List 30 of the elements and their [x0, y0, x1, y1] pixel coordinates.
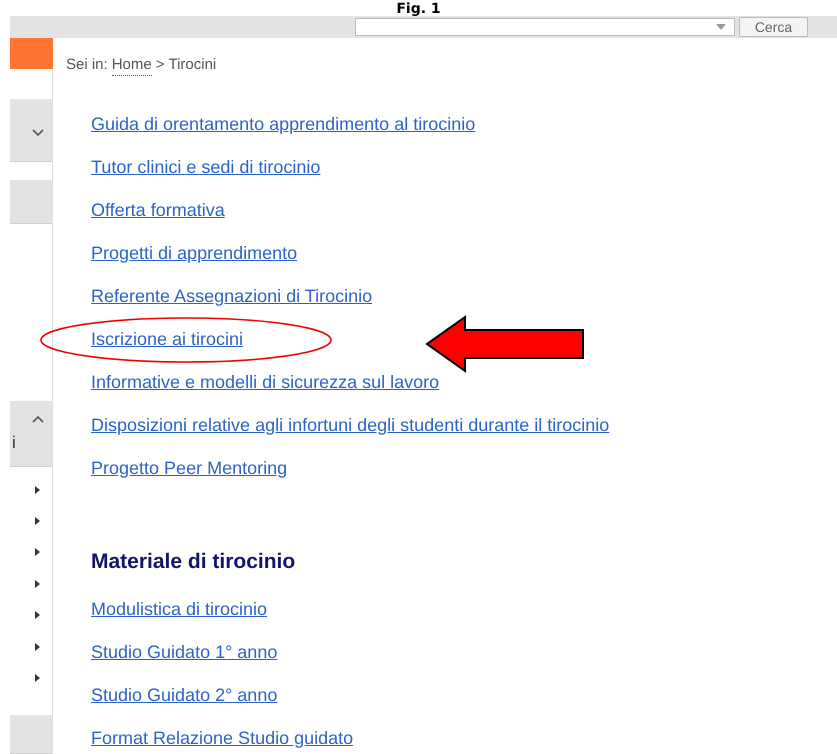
page-link[interactable]: Modulistica di tirocinio: [91, 599, 268, 620]
sidebar-panel[interactable]: i: [10, 401, 52, 468]
search-button[interactable]: Cerca: [739, 17, 808, 37]
triangle-right-icon[interactable]: [35, 611, 40, 620]
triangle-right-icon[interactable]: [35, 517, 40, 526]
breadcrumb-current: Tirocini: [168, 55, 216, 75]
page-link[interactable]: Progetto Peer Mentoring: [91, 458, 288, 479]
page-link[interactable]: Format Relazione Studio guidato: [91, 728, 354, 749]
page-link[interactable]: Studio Guidato 2° anno: [91, 685, 278, 706]
breadcrumb-label: Sei in:: [66, 55, 108, 75]
dropdown-caret-icon: [716, 24, 726, 30]
triangle-right-icon[interactable]: [35, 548, 40, 556]
page-link[interactable]: Offerta formativa: [91, 200, 225, 221]
page-link[interactable]: Tutor clinici e sedi di tirocinio: [91, 157, 320, 178]
section-heading: Materiale di tirocinio: [91, 549, 296, 575]
page-link[interactable]: Guida di orentamento apprendimento al tirocinio: [91, 114, 476, 135]
triangle-right-icon[interactable]: [35, 674, 40, 682]
accent-block: [10, 38, 53, 70]
page-link[interactable]: Studio Guidato 1° anno: [91, 642, 278, 663]
page-link[interactable]: Disposizioni relative agli infortuni degli studenti durante il tirocinio: [91, 415, 610, 436]
figure-caption: Fig. 1: [396, 1, 441, 17]
page-link[interactable]: Progetti di apprendimento: [91, 243, 298, 264]
triangle-right-icon[interactable]: [35, 642, 40, 651]
home-link[interactable]: Home: [112, 55, 152, 76]
triangle-right-icon[interactable]: [35, 580, 40, 588]
sidebar-label: i: [12, 433, 16, 454]
page-link[interactable]: Referente Assegnazioni di Tirocinio: [91, 286, 372, 307]
breadcrumb-separator: >: [156, 55, 164, 75]
page-link[interactable]: Informative e modelli di sicurezza sul lavoro: [91, 372, 440, 393]
triangle-right-icon[interactable]: [35, 486, 40, 494]
